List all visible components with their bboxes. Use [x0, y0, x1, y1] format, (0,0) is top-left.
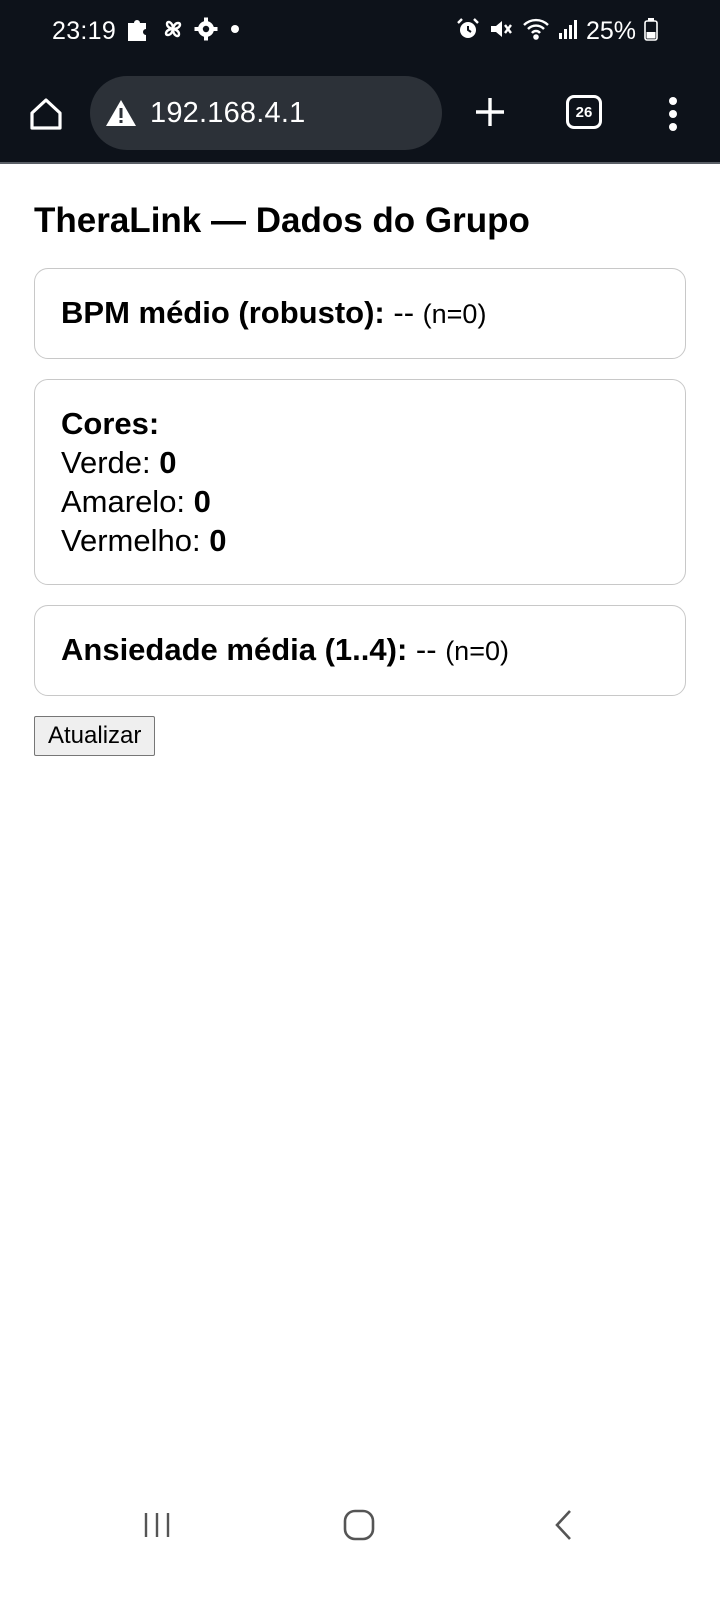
yellow-value: 0 [193, 484, 211, 519]
warning-icon[interactable] [104, 98, 138, 128]
green-label: Verde: [61, 445, 151, 480]
battery-percent: 25% [585, 16, 636, 45]
red-row: Vermelho: 0 [61, 521, 659, 560]
status-right: 25% [456, 16, 658, 46]
more-vert-icon[interactable] [660, 92, 686, 136]
yellow-row: Amarelo: 0 [61, 482, 659, 521]
navigation-bar [0, 1490, 720, 1600]
url-bar[interactable]: 192.168.4.1 [90, 76, 442, 150]
yellow-label: Amarelo: [61, 484, 186, 519]
url-text[interactable]: 192.168.4.1 [150, 97, 305, 130]
tab-count: 26 [575, 103, 593, 121]
bpm-label: BPM médio (robusto): [61, 295, 385, 330]
green-value: 0 [159, 445, 177, 480]
colors-heading: Cores: [61, 406, 160, 441]
status-time: 23:19 [52, 16, 117, 45]
puzzle-icon [124, 15, 152, 48]
battery-icon [644, 17, 658, 46]
anxiety-count: (n=0) [445, 636, 509, 666]
home-icon[interactable] [24, 92, 68, 136]
refresh-button[interactable]: Atualizar [34, 716, 156, 756]
anxiety-card: Ansiedade média (1..4): -- (n=0) [34, 605, 686, 696]
recents-icon[interactable] [142, 1510, 172, 1540]
settings-icon [194, 17, 218, 46]
status-left: 23:19 [52, 16, 244, 46]
back-icon[interactable] [552, 1508, 576, 1542]
plus-icon[interactable] [470, 90, 510, 134]
page-content: TheraLink — Dados do Grupo BPM médio (ro… [34, 200, 686, 756]
anxiety-value: -- [415, 632, 437, 667]
colors-card: Cores: Verde: 0 Amarelo: 0 Vermelho: 0 [34, 379, 686, 585]
alarm-icon [456, 17, 480, 46]
bpm-count: (n=0) [422, 299, 487, 329]
pinwheel-icon [160, 16, 186, 47]
page-title: TheraLink — Dados do Grupo [34, 201, 530, 240]
tabs-icon[interactable]: 26 [566, 95, 602, 129]
dot-icon [226, 20, 244, 43]
home-nav-icon[interactable] [342, 1508, 376, 1542]
signal-icon [558, 17, 578, 46]
anxiety-label: Ansiedade média (1..4): [61, 632, 408, 667]
bpm-card: BPM médio (robusto): -- (n=0) [34, 268, 686, 359]
mute-icon [488, 17, 514, 46]
red-label: Vermelho: [61, 523, 201, 558]
status-bar: 23:19 25% [0, 0, 720, 62]
wifi-icon [522, 17, 550, 46]
green-row: Verde: 0 [61, 443, 659, 482]
browser-toolbar: 192.168.4.1 26 [0, 62, 720, 164]
red-value: 0 [209, 523, 227, 558]
bpm-value: -- [393, 295, 415, 330]
